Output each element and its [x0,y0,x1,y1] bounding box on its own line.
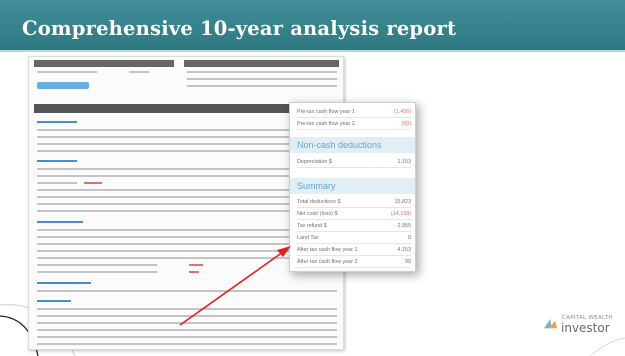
zoom-row-depreciation: Depreciation $ 1,153 [297,157,411,168]
brand-logo: CAPITAL WEALTH investor [543,314,613,336]
report-section-bar [34,60,174,67]
logo-mark-icon [543,318,558,329]
report-line [187,85,337,87]
row-value: 99 [405,259,411,265]
report-section-label [37,160,77,162]
row-value: 1,153 [397,159,412,165]
row-value: 4,153 [397,247,412,253]
row-label: After tax cash flow year 2 [297,259,358,265]
report-row [37,264,157,266]
report-row [37,336,337,338]
row-value: (60) [401,121,411,127]
report-section-label [37,300,71,302]
report-button [37,82,89,89]
report-line [129,71,149,73]
section-heading-noncash: Non-cash deductions [290,137,415,153]
report-section-label [37,221,83,223]
row-label: Net cost/ (loss) $ [297,211,338,217]
report-section-label [37,282,91,284]
row-value: 2,955 [397,223,412,229]
zoom-row-after-tax-y2: After tax cash flow year 2 99 [297,257,411,268]
row-label: Total deductions $ [297,199,341,205]
logo-wordmark: investor [561,321,610,335]
row-label: Land Tax [297,235,319,241]
report-line [187,71,337,73]
zoom-row-pretax-y2: Pre-tax cash flow year 2 (60) [297,119,411,130]
zoom-row-tax-refund: Tax refund $ 2,955 [297,221,411,232]
report-line [37,71,97,73]
report-negative-value [84,182,102,184]
row-label: Pre-tax cash flow year 1 [297,109,355,115]
zoom-row-land-tax: Land Tax 0 [297,233,411,244]
report-row [37,271,157,273]
report-row [37,322,337,324]
zoom-row-total-deductions: Total deductions $ 15,823 [297,197,411,208]
row-value: 15,823 [394,199,412,205]
section-heading-summary: Summary [290,178,415,194]
row-value: 0 [408,235,411,241]
report-row [37,182,77,184]
zoom-row-net-cost: Net cost/ (loss) $ (14,158) [297,209,411,220]
report-negative-value [189,271,199,273]
zoom-inset: Pre-tax cash flow year 1 (1,456) Pre-tax… [289,102,416,272]
report-negative-value [189,264,203,266]
report-row [37,329,337,331]
row-label: Depreciation $ [297,159,332,165]
report-line [187,78,337,80]
row-value: (1,456) [393,109,411,115]
report-section-label [37,121,77,123]
row-label: Pre-tax cash flow year 2 [297,121,355,127]
report-row [37,315,337,317]
row-value: (14,158) [390,211,411,217]
slide-title: Comprehensive 10-year analysis report [22,17,457,40]
zoom-row-after-tax-y1: After tax cash flow year 1 4,153 [297,245,411,256]
report-section-bar [184,60,339,67]
report-row [37,343,337,345]
report-row [37,290,337,292]
row-label: After tax cash flow year 1 [297,247,358,253]
slide-header: Comprehensive 10-year analysis report [0,0,625,50]
report-row [37,308,337,310]
zoom-row-pretax-y1: Pre-tax cash flow year 1 (1,456) [297,107,411,118]
header-divider [0,50,625,52]
row-label: Tax refund $ [297,223,327,229]
